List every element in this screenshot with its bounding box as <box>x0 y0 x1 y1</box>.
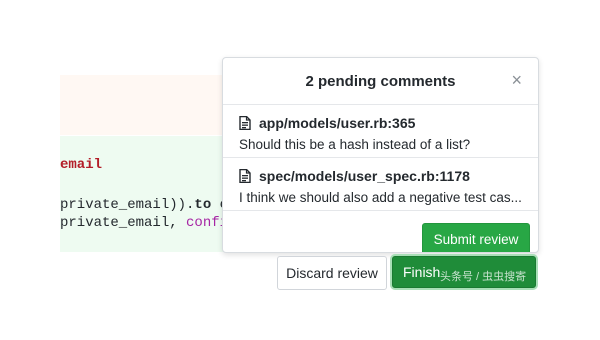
watermark-text: 头条号 / 虫虫搜寄 <box>440 271 527 283</box>
file-icon <box>239 116 251 130</box>
code-line3-prefix: private_email, <box>60 215 187 231</box>
comment-file-row: app/models/user.rb:365 <box>239 115 522 131</box>
comment-file-path: app/models/user.rb:365 <box>259 115 416 131</box>
close-icon[interactable]: × <box>511 71 522 89</box>
code-line-1: email <box>60 157 102 173</box>
pending-comment-2[interactable]: spec/models/user_spec.rb:1178 I think we… <box>223 158 538 211</box>
finish-review-label: Finish <box>403 264 441 280</box>
comment-file-row: spec/models/user_spec.rb:1178 <box>239 168 522 184</box>
pending-comments-popover: 2 pending comments × app/models/user.rb:… <box>222 57 539 253</box>
comment-text: Should this be a hash instead of a list? <box>239 137 471 152</box>
popover-header: 2 pending comments × <box>223 58 538 105</box>
comment-text: I think we should also add a negative te… <box>239 190 522 205</box>
file-icon <box>239 169 251 183</box>
popover-footer: Submit review <box>223 211 538 252</box>
discard-review-button[interactable]: Discard review <box>277 256 387 290</box>
code-line2-prefix: private_email)). <box>60 197 195 213</box>
popover-title: 2 pending comments <box>305 72 456 90</box>
submit-review-button[interactable]: Submit review <box>422 223 530 252</box>
code-line2-keyword: to <box>194 197 212 213</box>
pending-comment-1[interactable]: app/models/user.rb:365 Should this be a … <box>223 105 538 158</box>
code-email-token: email <box>60 157 103 173</box>
comment-file-path: spec/models/user_spec.rb:1178 <box>259 168 470 184</box>
